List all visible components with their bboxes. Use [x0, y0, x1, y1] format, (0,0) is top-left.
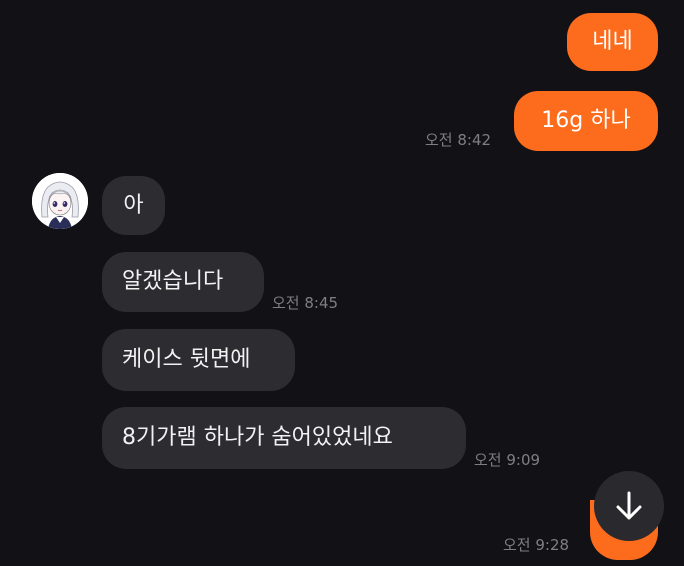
message-timestamp: 오전 8:42 — [425, 131, 492, 149]
message-text: 네네 — [592, 29, 633, 54]
message-timestamp: 오전 9:28 — [503, 536, 570, 554]
chat-window: 네네 16g 하나 오전 8:42 아 알겠습니다 오전 8:45 케이스 뒷면… — [0, 0, 684, 566]
incoming-message[interactable]: 아 — [102, 176, 165, 235]
scroll-to-bottom-button[interactable] — [594, 471, 664, 541]
message-text: 8기가램 하나가 숨어있었네요 — [122, 425, 393, 450]
incoming-message[interactable]: 케이스 뒷면에 — [102, 329, 295, 391]
outgoing-message[interactable]: 16g 하나 — [514, 91, 658, 151]
message-text: 16g 하나 — [541, 108, 631, 133]
message-timestamp: 오전 9:09 — [474, 451, 541, 469]
message-text: 케이스 뒷면에 — [122, 347, 251, 372]
message-text: 알겠습니다 — [122, 269, 224, 294]
message-text: 아 — [123, 192, 144, 218]
message-timestamp: 오전 8:45 — [272, 294, 339, 312]
incoming-message[interactable]: 8기가램 하나가 숨어있었네요 — [102, 407, 466, 469]
anime-girl-avatar-icon — [32, 173, 88, 229]
avatar[interactable] — [32, 173, 88, 229]
outgoing-message[interactable]: 네네 — [567, 13, 658, 71]
incoming-message[interactable]: 알겠습니다 — [102, 252, 264, 312]
arrow-down-icon — [616, 491, 642, 520]
